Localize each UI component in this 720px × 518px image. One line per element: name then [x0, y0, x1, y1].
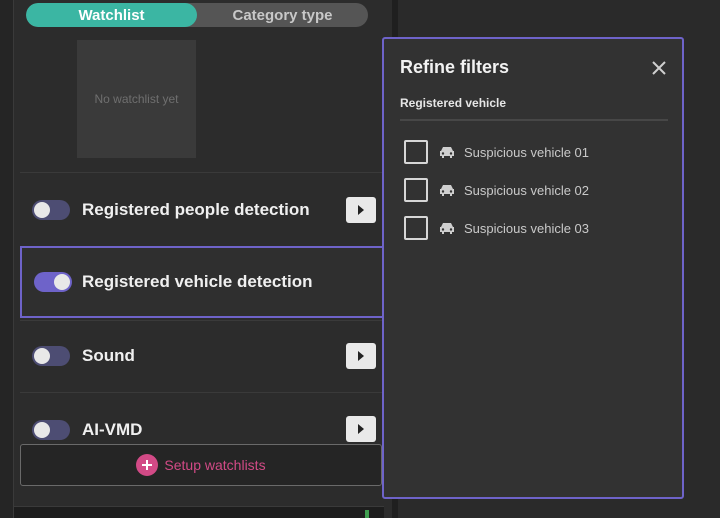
arrow-button[interactable] [346, 197, 376, 223]
tab-category-type[interactable]: Category type [197, 3, 368, 27]
setup-watchlists-label: Setup watchlists [164, 457, 266, 473]
toggle-knob [34, 348, 50, 364]
status-indicator [365, 510, 369, 518]
chevron-right-icon [358, 205, 364, 215]
filter-item[interactable]: Suspicious vehicle 01 [404, 140, 589, 164]
toggle-ai-vmd[interactable] [32, 420, 70, 440]
checkbox[interactable] [404, 216, 428, 240]
close-button[interactable] [648, 57, 670, 79]
empty-watchlist-placeholder: No watchlist yet [77, 40, 196, 158]
tab-watchlist[interactable]: Watchlist [26, 3, 197, 27]
filter-item[interactable]: Suspicious vehicle 03 [404, 216, 589, 240]
toggle-registered-people-detection[interactable] [32, 200, 70, 220]
chevron-right-icon [358, 424, 364, 434]
tab-bar: Watchlist Category type [26, 3, 368, 27]
arrow-button[interactable] [346, 416, 376, 442]
toggle-knob [54, 274, 70, 290]
row-ai-vmd[interactable]: AI-VMD [20, 392, 382, 452]
row-label: Registered people detection [82, 200, 310, 219]
car-icon [440, 185, 454, 196]
row-label: Sound [82, 346, 135, 365]
filter-label: Suspicious vehicle 01 [464, 144, 590, 160]
row-sound[interactable]: Sound [20, 320, 382, 392]
car-icon [440, 147, 454, 158]
divider [400, 119, 668, 121]
setup-watchlists-button[interactable]: Setup watchlists [20, 444, 382, 486]
app-root: Watchlist Category type No watchlist yet… [0, 0, 720, 518]
plus-icon [136, 454, 159, 476]
row-label: Registered vehicle detection [82, 272, 313, 291]
filter-label: Suspicious vehicle 02 [464, 182, 590, 198]
toggle-knob [34, 422, 50, 438]
arrow-button[interactable] [346, 343, 376, 369]
toggle-sound[interactable] [32, 346, 70, 366]
popup-section-title: Registered vehicle [400, 96, 507, 110]
bottom-bar [14, 506, 384, 518]
row-registered-people-detection[interactable]: Registered people detection [20, 174, 382, 246]
toggle-registered-vehicle-detection[interactable] [34, 272, 72, 292]
refine-filters-popup: Refine filters Registered vehicle Suspic… [382, 37, 684, 499]
filter-item[interactable]: Suspicious vehicle 02 [404, 178, 589, 202]
chevron-right-icon [358, 351, 364, 361]
car-icon [440, 223, 454, 234]
close-icon [652, 61, 666, 75]
row-registered-vehicle-detection[interactable]: Registered vehicle detection [20, 246, 382, 318]
toggle-knob [34, 202, 50, 218]
left-edge [0, 0, 14, 518]
checkbox[interactable] [404, 178, 428, 202]
filter-label: Suspicious vehicle 03 [464, 220, 590, 236]
row-label: AI-VMD [82, 420, 143, 439]
left-panel: Watchlist Category type No watchlist yet… [0, 0, 398, 518]
divider [20, 172, 382, 173]
popup-title: Refine filters [400, 57, 510, 77]
checkbox[interactable] [404, 140, 428, 164]
